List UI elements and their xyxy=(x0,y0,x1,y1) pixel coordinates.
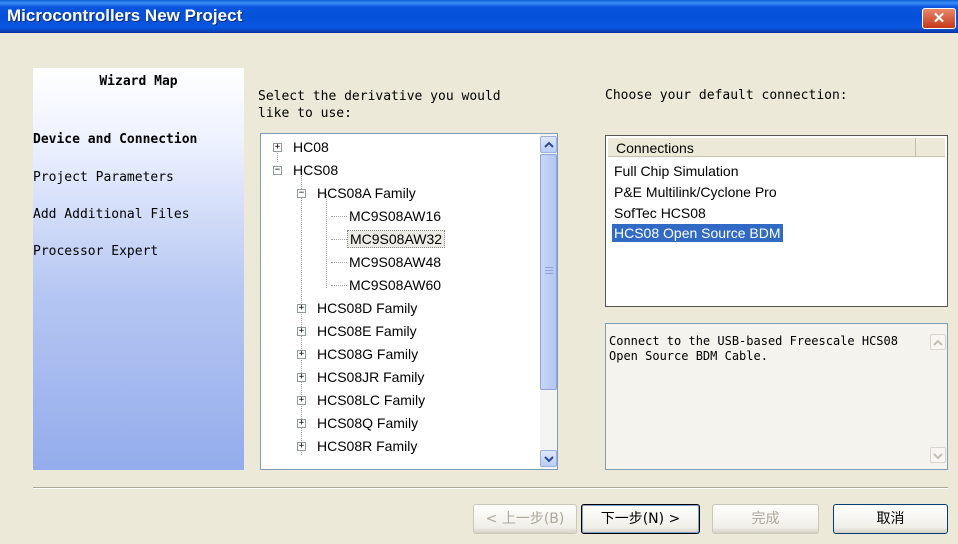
tree-guide-line xyxy=(331,239,347,240)
title-bar[interactable]: Microcontrollers New Project ✕ xyxy=(0,0,958,33)
description-scrollbar[interactable] xyxy=(929,325,947,468)
scroll-up-button[interactable] xyxy=(540,136,557,153)
connection-description-box: Connect to the USB-based Freescale HCS08… xyxy=(605,323,948,470)
tree-node-label: HCS08Q Family xyxy=(317,415,419,431)
close-icon: ✕ xyxy=(932,10,946,27)
tree-node-mc9s08aw16[interactable]: MC9S08AW16 xyxy=(349,206,441,226)
collapse-icon[interactable]: − xyxy=(297,189,306,198)
tree-node-label: MC9S08AW16 xyxy=(349,208,442,224)
tree-node-label: HCS08JR Family xyxy=(317,369,425,385)
tree-node-label: MC9S08AW48 xyxy=(349,254,442,270)
derivative-tree[interactable]: + HC08 − HCS08 − HCS08A Family MC9S08AW1… xyxy=(260,133,558,470)
next-button[interactable]: 下一步(N) > xyxy=(581,504,700,534)
collapse-icon[interactable]: − xyxy=(273,166,282,175)
scroll-down-arrow-icon xyxy=(933,453,943,460)
scroll-up-button[interactable] xyxy=(930,334,946,350)
scroll-thumb[interactable] xyxy=(540,154,557,390)
footer-separator xyxy=(33,487,948,489)
tree-node-label: MC9S08AW60 xyxy=(349,277,442,293)
tree-node-hcs08e-family[interactable]: + HCS08E Family xyxy=(297,321,417,341)
connection-item[interactable]: Full Chip Simulation xyxy=(614,162,739,180)
tree-node-hcs08lc-family[interactable]: + HCS08LC Family xyxy=(297,390,425,410)
tree-node-mc9s08aw60[interactable]: MC9S08AW60 xyxy=(349,275,441,295)
connection-item-selected[interactable]: HCS08 Open Source BDM xyxy=(612,224,783,242)
tree-node-label: HCS08E Family xyxy=(317,323,417,339)
wizard-map-panel: Wizard Map Device and Connection Project… xyxy=(33,68,244,470)
grip-line xyxy=(545,273,553,274)
scroll-down-button[interactable] xyxy=(930,447,946,463)
tree-node-hcs08q-family[interactable]: + HCS08Q Family xyxy=(297,413,418,433)
expand-icon[interactable]: + xyxy=(297,373,306,382)
tree-guide-line xyxy=(331,216,347,217)
connection-item[interactable]: SofTec HCS08 xyxy=(614,204,706,222)
connection-item[interactable]: P&E Multilink/Cyclone Pro xyxy=(614,183,777,201)
grip-line xyxy=(545,267,553,268)
wizard-step-project-parameters: Project Parameters xyxy=(33,170,174,185)
connection-description: Connect to the USB-based Freescale HCS08… xyxy=(609,334,898,363)
scroll-down-arrow-icon xyxy=(544,456,554,463)
connection-prompt: Choose your default connection: xyxy=(605,88,848,103)
connections-list[interactable]: Connections Full Chip Simulation P&E Mul… xyxy=(605,135,948,307)
wizard-step-processor-expert: Processor Expert xyxy=(33,244,159,259)
wizard-step-add-additional-files: Add Additional Files xyxy=(33,207,190,222)
expand-icon[interactable]: + xyxy=(297,442,306,451)
expand-icon[interactable]: + xyxy=(297,396,306,405)
scroll-up-arrow-icon xyxy=(933,339,943,346)
tree-node-mc9s08aw48[interactable]: MC9S08AW48 xyxy=(349,252,441,272)
scroll-up-arrow-icon xyxy=(544,141,554,148)
tree-node-mc9s08aw32[interactable]: MC9S08AW32 xyxy=(347,229,446,249)
window-title: Microcontrollers New Project xyxy=(7,6,243,25)
expand-icon[interactable]: + xyxy=(297,350,306,359)
tree-guide-line xyxy=(326,194,327,288)
cancel-button[interactable]: 取消 xyxy=(833,504,948,534)
finish-button[interactable]: 完成 xyxy=(712,504,819,534)
tree-node-hc08[interactable]: + HC08 xyxy=(273,137,329,157)
tree-node-hcs08r-family[interactable]: + HCS08R Family xyxy=(297,436,417,456)
tree-node-hcs08jr-family[interactable]: + HCS08JR Family xyxy=(297,367,424,387)
tree-node-label: HCS08R Family xyxy=(317,438,418,454)
expand-icon[interactable]: + xyxy=(297,419,306,428)
tree-node-hcs08d-family[interactable]: + HCS08D Family xyxy=(297,298,417,318)
close-button[interactable]: ✕ xyxy=(922,8,956,29)
tree-node-label: MC9S08AW32 xyxy=(347,230,446,248)
connections-column-header[interactable]: Connections xyxy=(608,138,916,157)
wizard-map-heading: Wizard Map xyxy=(99,74,178,89)
tree-scrollbar[interactable] xyxy=(540,134,557,469)
derivative-prompt: Select the derivative you would like to … xyxy=(258,89,501,121)
tree-node-label: HCS08G Family xyxy=(317,346,419,362)
tree-guide-line xyxy=(331,285,347,286)
tree-node-label: HCS08A Family xyxy=(317,185,416,201)
expand-icon[interactable]: + xyxy=(273,143,282,152)
tree-guide-line xyxy=(331,262,347,263)
wizard-step-device-and-connection: Device and Connection xyxy=(33,132,198,147)
back-button[interactable]: < 上一步(B) xyxy=(473,504,577,534)
tree-node-label: HCS08D Family xyxy=(317,300,418,316)
tree-node-hcs08[interactable]: − HCS08 xyxy=(273,160,338,180)
tree-node-hcs08a-family[interactable]: − HCS08A Family xyxy=(297,183,416,203)
tree-node-label: HCS08 xyxy=(293,162,339,178)
expand-icon[interactable]: + xyxy=(297,327,306,336)
connections-header: Connections xyxy=(608,138,945,157)
expand-icon[interactable]: + xyxy=(297,304,306,313)
grip-line xyxy=(545,270,553,271)
tree-node-hcs08g-family[interactable]: + HCS08G Family xyxy=(297,344,418,364)
scroll-down-button[interactable] xyxy=(540,450,557,467)
tree-node-label: HC08 xyxy=(293,139,329,155)
tree-node-label: HCS08LC Family xyxy=(317,392,426,408)
